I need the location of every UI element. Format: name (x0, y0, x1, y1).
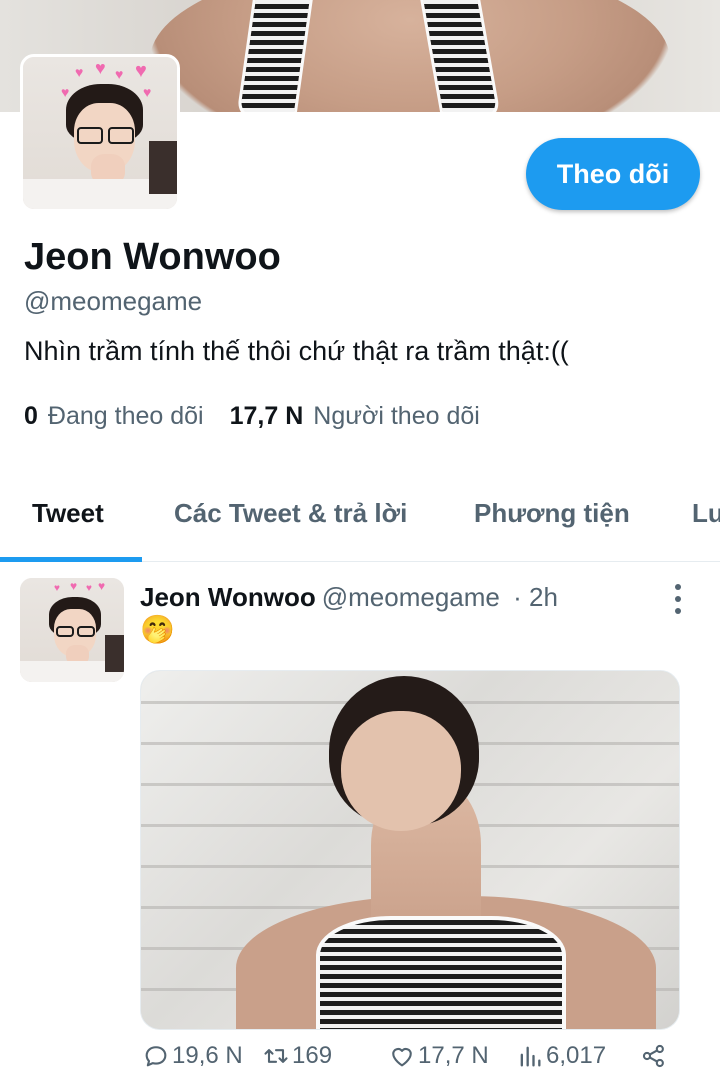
heart-icon (392, 1047, 412, 1067)
tab-tweets-and-replies[interactable]: Các Tweet & trả lời (174, 498, 407, 529)
like-count: 17,7 N (418, 1042, 489, 1069)
heart-decoration-icon: ♥ (143, 84, 152, 100)
tweet-author-avatar[interactable]: ♥ ♥ ♥ ♥ (20, 578, 124, 682)
heart-decoration-icon: ♥ (54, 583, 60, 594)
heart-decoration-icon: ♥ (115, 66, 124, 82)
heart-decoration-icon: ♥ (98, 579, 106, 593)
tweet-action-bar: 19,6 N 169 17,7 N 6,017 (140, 1042, 680, 1082)
heart-decoration-icon: ♥ (95, 58, 106, 78)
profile-bio: Nhìn trầm tính thế thôi chứ thật ra trầm… (24, 336, 569, 366)
tweet-header: Jeon Wonwoo @meomegame · 2h (140, 582, 558, 613)
like-button[interactable]: 17,7 N (388, 1042, 489, 1070)
views-chart-icon (520, 1046, 541, 1067)
tab-media[interactable]: Phương tiện (474, 498, 630, 529)
profile-display-name: Jeon Wonwoo (24, 236, 281, 278)
views-button[interactable]: 6,017 (516, 1042, 606, 1070)
tweet-media-image[interactable] (140, 670, 680, 1030)
profile-avatar[interactable]: ♥ ♥ ♥ ♥ ♥ ♥ (20, 54, 180, 212)
views-count: 6,017 (546, 1042, 607, 1069)
more-options-icon[interactable] (666, 584, 690, 614)
profile-tabs: Tweet Các Tweet & trả lời Phương tiện Lu (0, 486, 720, 562)
heart-decoration-icon: ♥ (75, 64, 84, 80)
tab-likes[interactable]: Lu (692, 498, 720, 529)
active-tab-indicator (0, 557, 142, 562)
following-count: 0 (24, 402, 38, 430)
following-link[interactable]: 0 Đang theo dõi (24, 402, 204, 431)
reply-icon (145, 1046, 167, 1067)
tweet-author-name[interactable]: Jeon Wonwoo (140, 582, 316, 612)
reply-button[interactable]: 19,6 N (142, 1042, 243, 1070)
heart-decoration-icon: ♥ (135, 60, 147, 82)
follow-button[interactable]: Theo dõi (526, 138, 700, 210)
retweet-count: 169 (292, 1042, 333, 1069)
share-button[interactable] (640, 1042, 670, 1070)
tweet-timestamp[interactable]: · 2h (513, 582, 558, 612)
retweet-button[interactable]: 169 (262, 1042, 332, 1070)
tab-tweets[interactable]: Tweet (32, 498, 104, 529)
heart-decoration-icon: ♥ (70, 579, 78, 593)
followers-link[interactable]: 17,7 N Người theo dõi (230, 402, 480, 431)
tweet-text: 🤭 (140, 614, 175, 645)
heart-decoration-icon: ♥ (61, 84, 70, 100)
share-icon (642, 1044, 664, 1068)
heart-decoration-icon: ♥ (86, 583, 92, 594)
reply-count: 19,6 N (172, 1042, 243, 1069)
profile-stats: 0 Đang theo dõi 17,7 N Người theo dõi (24, 402, 480, 431)
tweet-author-handle: @meomegame (321, 582, 500, 612)
followers-label: Người theo dõi (313, 402, 480, 430)
profile-handle: @meomegame (24, 286, 203, 316)
retweet-icon (264, 1049, 288, 1063)
following-label: Đang theo dõi (47, 402, 204, 430)
followers-count: 17,7 N (229, 402, 304, 430)
